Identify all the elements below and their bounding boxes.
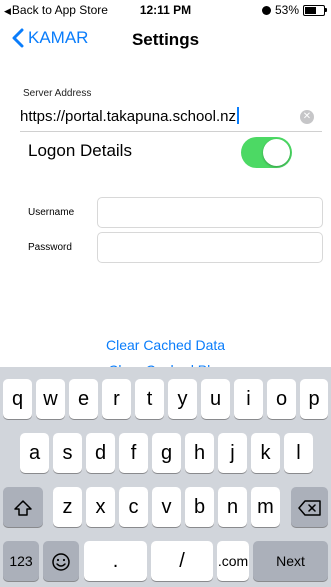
username-label: Username xyxy=(28,207,75,218)
key-w[interactable]: w xyxy=(36,379,65,419)
keyboard: q w e r t y u i o p a s d f g h j k l z … xyxy=(0,367,331,587)
key-dot[interactable]: . xyxy=(84,541,147,581)
shift-arrow-icon xyxy=(14,499,32,516)
key-h[interactable]: h xyxy=(185,433,214,473)
key-d[interactable]: d xyxy=(86,433,115,473)
alarm-icon xyxy=(261,5,271,15)
shift-key[interactable] xyxy=(3,487,43,527)
next-key[interactable]: Next xyxy=(253,541,328,581)
server-address-field[interactable]: https://portal.takapuna.school.nz ✕ xyxy=(20,105,322,132)
status-bar: ◀Back to App Store 12:11 PM 53% xyxy=(0,0,331,20)
key-k[interactable]: k xyxy=(251,433,280,473)
battery-icon xyxy=(303,4,327,16)
emoji-icon xyxy=(52,552,70,571)
key-v[interactable]: v xyxy=(152,487,181,527)
page-title: Settings xyxy=(131,30,200,49)
emoji-key[interactable] xyxy=(43,541,79,581)
key-p[interactable]: p xyxy=(300,379,328,419)
key-q[interactable]: q xyxy=(3,379,32,419)
navigation-bar: KAMAR Settings xyxy=(0,20,331,64)
toggle-knob xyxy=(263,139,290,166)
backspace-key[interactable] xyxy=(291,487,328,527)
key-c[interactable]: c xyxy=(119,487,148,527)
key-t[interactable]: t xyxy=(135,379,164,419)
key-a[interactable]: a xyxy=(20,433,49,473)
key-e[interactable]: e xyxy=(69,379,98,419)
status-right: 53% xyxy=(261,0,327,20)
numbers-key[interactable]: 123 xyxy=(3,541,39,581)
key-g[interactable]: g xyxy=(152,433,181,473)
key-i[interactable]: i xyxy=(234,379,263,419)
clear-text-icon[interactable]: ✕ xyxy=(300,110,314,124)
key-f[interactable]: f xyxy=(119,433,148,473)
logon-details-toggle[interactable] xyxy=(241,137,292,168)
key-j[interactable]: j xyxy=(218,433,247,473)
key-s[interactable]: s xyxy=(53,433,82,473)
server-address-label: Server Address xyxy=(23,88,92,99)
key-u[interactable]: u xyxy=(201,379,230,419)
password-input[interactable] xyxy=(97,232,323,263)
key-n[interactable]: n xyxy=(218,487,247,527)
key-r[interactable]: r xyxy=(102,379,131,419)
key-slash[interactable]: / xyxy=(151,541,213,581)
key-m[interactable]: m xyxy=(251,487,280,527)
key-x[interactable]: x xyxy=(86,487,115,527)
key-y[interactable]: y xyxy=(168,379,197,419)
key-dotcom[interactable]: .com xyxy=(217,541,249,581)
server-address-value[interactable]: https://portal.takapuna.school.nz xyxy=(20,107,239,125)
logon-details-title: Logon Details xyxy=(28,141,132,160)
key-l[interactable]: l xyxy=(284,433,313,473)
username-input[interactable] xyxy=(97,197,323,228)
clear-cached-data-link[interactable]: Clear Cached Data xyxy=(0,337,331,353)
text-caret xyxy=(236,107,239,124)
backspace-icon xyxy=(297,499,321,516)
server-address-text: https://portal.takapuna.school.nz xyxy=(20,108,236,125)
password-label: Password xyxy=(28,242,72,253)
key-z[interactable]: z xyxy=(53,487,82,527)
key-b[interactable]: b xyxy=(185,487,214,527)
battery-percent: 53% xyxy=(274,3,299,17)
key-o[interactable]: o xyxy=(267,379,296,419)
